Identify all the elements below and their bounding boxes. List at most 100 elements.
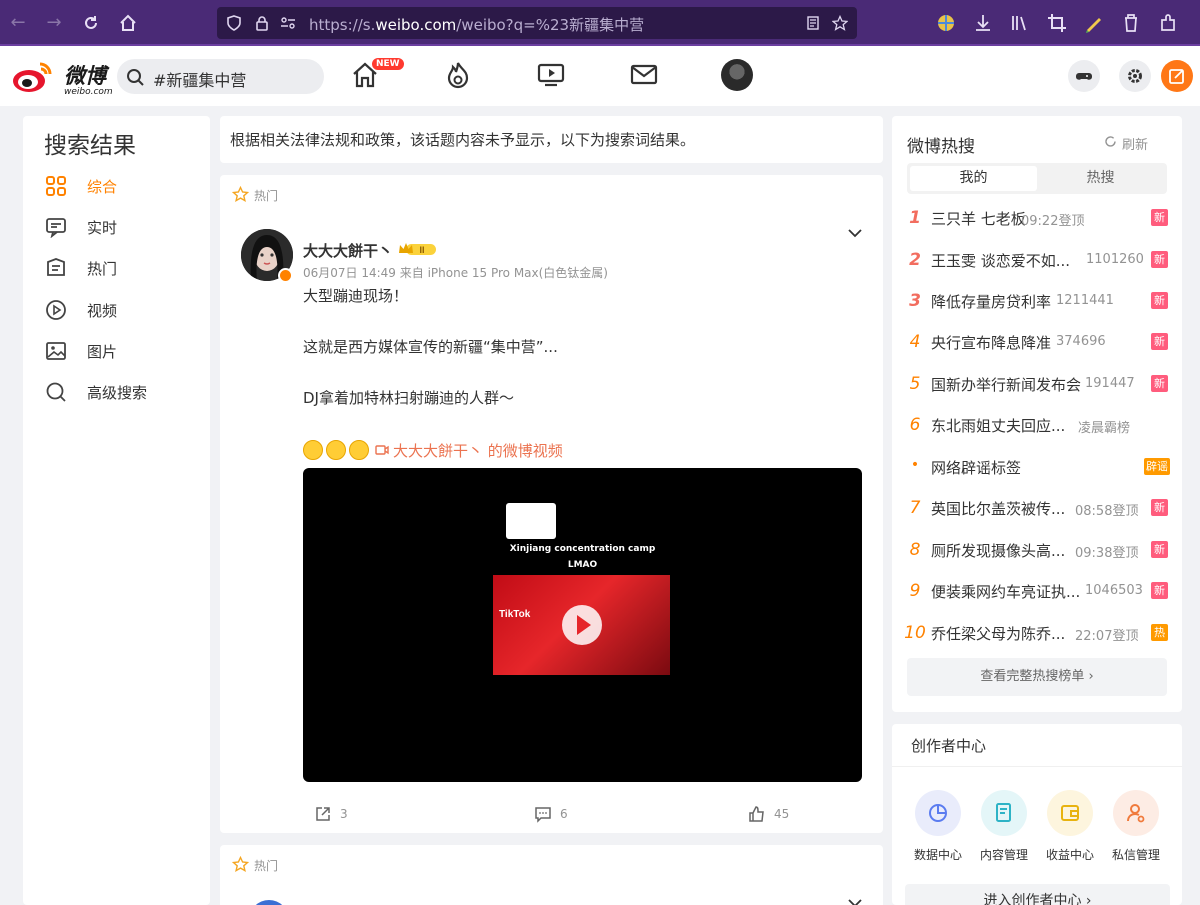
search-input[interactable]: #新疆集中营 xyxy=(117,59,324,94)
post-card: 热门 大大大餅干丶 II 06月07日 14:49 来自 iPhone 15 P… xyxy=(220,175,883,833)
site-header: 微博 weibo.com #新疆集中营 xyxy=(0,46,1200,106)
hot-badge: 新 xyxy=(1151,499,1168,516)
settings-button[interactable] xyxy=(1119,60,1151,92)
author-avatar[interactable] xyxy=(249,900,289,905)
pie-chart-icon xyxy=(929,804,947,822)
video-player[interactable]: Xinjiang concentration camp LMAO TikTok xyxy=(303,468,862,782)
sidebar-item-comprehensive[interactable]: 综合 xyxy=(45,173,195,199)
image-icon xyxy=(46,342,66,360)
content-management-button[interactable]: 内容管理 xyxy=(976,790,1032,862)
revenue-center-button[interactable]: 收益中心 xyxy=(1042,790,1098,862)
data-center-button[interactable]: 数据中心 xyxy=(910,790,966,862)
forward-arrow-icon[interactable]: → xyxy=(41,10,67,36)
thumbs-up-icon xyxy=(749,806,764,822)
extension-globe-icon[interactable] xyxy=(935,12,957,34)
reload-icon[interactable] xyxy=(78,10,104,36)
hot-badge: 新 xyxy=(1151,375,1168,392)
hot-rank: 4 xyxy=(909,332,921,352)
hot-search-row[interactable]: 10 乔任梁父母为陈乔... 22:07登顶 热 xyxy=(904,622,1168,646)
url-text[interactable]: https://s.weibo.com/weibo?q=%23新疆集中营 xyxy=(309,14,644,35)
hot-search-row[interactable]: 7 英国比尔盖茨被传... 08:58登顶 新 xyxy=(907,497,1168,521)
game-button[interactable] xyxy=(1068,60,1100,92)
hot-rank: 5 xyxy=(909,374,921,394)
post-text-line: 大型蹦迪现场！ xyxy=(303,287,409,305)
hot-search-row[interactable]: 2 王玉雯 谈恋爱不如... 1101260 新 xyxy=(907,249,1168,273)
sidebar-item-label: 实时 xyxy=(87,219,118,237)
library-icon[interactable] xyxy=(1009,12,1031,34)
svg-text:II: II xyxy=(419,245,424,255)
extensions-icon[interactable] xyxy=(1157,12,1179,34)
hot-num: 374696 xyxy=(1056,334,1106,349)
hot-text: 东北雨姐丈夫回应... xyxy=(931,417,1066,435)
hot-search-row[interactable]: • 网络辟谣标签 辟谣 xyxy=(907,456,1170,480)
tab-mine[interactable]: 我的 xyxy=(910,166,1037,191)
home-icon[interactable] xyxy=(115,10,141,36)
creator-item-label: 私信管理 xyxy=(1111,848,1160,862)
chevron-down-icon[interactable] xyxy=(847,895,863,905)
hot-badge: 新 xyxy=(1151,541,1168,558)
hot-text: 便装乘网约车亮证执... xyxy=(931,583,1081,601)
user-avatar[interactable] xyxy=(721,59,753,91)
vip-crown-badge-icon[interactable]: II xyxy=(398,241,438,257)
logo-sub: weibo.com xyxy=(64,87,113,97)
sidebar-item-label: 视频 xyxy=(87,302,118,320)
crop-icon[interactable] xyxy=(1046,12,1068,34)
sidebar-item-advanced-search[interactable]: 高级搜索 xyxy=(45,379,195,405)
tiktok-watermark: TikTok xyxy=(499,609,531,620)
post-text-line: 这就是西方媒体宣传的新疆“集中营”... xyxy=(303,338,558,356)
download-icon[interactable] xyxy=(972,12,994,34)
hot-badge: 新 xyxy=(1151,582,1168,599)
hot-text: 国新办举行新闻发布会 xyxy=(931,376,1082,394)
sidebar-item-image[interactable]: 图片 xyxy=(45,338,195,364)
trash-icon[interactable] xyxy=(1120,12,1142,34)
hot-search-row[interactable]: 5 国新办举行新闻发布会 191447 新 xyxy=(907,373,1168,397)
message-nav-icon[interactable] xyxy=(629,60,659,90)
sidebar-item-label: 热门 xyxy=(87,260,118,278)
tab-hot-search[interactable]: 热搜 xyxy=(1037,166,1164,191)
pen-extension-icon[interactable] xyxy=(1083,12,1105,34)
video-nav-icon[interactable] xyxy=(536,60,566,90)
hot-num: 08:58登顶 xyxy=(1075,504,1139,519)
address-bar[interactable]: https://s.weibo.com/weibo?q=%23新疆集中营 xyxy=(217,7,857,39)
reader-view-icon[interactable] xyxy=(805,15,821,31)
bookmark-star-icon[interactable] xyxy=(832,15,848,31)
permissions-icon[interactable] xyxy=(280,15,296,31)
creator-title: 创作者中心 xyxy=(911,737,987,755)
hot-text: 降低存量房贷利率 xyxy=(931,293,1052,311)
chevron-down-icon[interactable] xyxy=(847,225,863,241)
lock-icon[interactable] xyxy=(254,15,270,31)
hot-text: 三只羊 七老板 xyxy=(931,210,1026,228)
shield-icon[interactable] xyxy=(226,15,242,31)
video-link[interactable]: 大大大餅干丶 的微博视频 xyxy=(393,440,563,461)
hot-search-row[interactable]: 8 厕所发现摄像头高... 09:38登顶 新 xyxy=(907,539,1168,563)
hot-badge: 热 xyxy=(1151,624,1168,641)
back-arrow-icon[interactable]: ← xyxy=(5,10,31,36)
compose-button[interactable] xyxy=(1161,60,1193,92)
weibo-logo[interactable]: 微博 weibo.com xyxy=(12,54,113,98)
refresh-button[interactable]: 刷新 xyxy=(1105,134,1148,153)
author-name[interactable]: 大大大餅干丶 xyxy=(303,240,393,261)
comment-icon xyxy=(535,807,551,823)
video-icon xyxy=(46,300,66,320)
hot-num: 22:07登顶 xyxy=(1075,629,1139,644)
message-management-button[interactable]: 私信管理 xyxy=(1108,790,1164,862)
hot-search-row[interactable]: 3 降低存量房贷利率 1211441 新 xyxy=(907,290,1168,314)
hot-text: 王玉雯 谈恋爱不如... xyxy=(931,252,1071,270)
video-comment-card xyxy=(506,503,556,539)
hot-search-row[interactable]: 6 东北雨姐丈夫回应... 凌晨霸榜 xyxy=(907,414,1167,438)
content-notice: 根据相关法律法规和政策，该话题内容未予显示，以下为搜索词结果。 xyxy=(220,116,883,163)
hot-text: 央行宣布降息降准 xyxy=(931,334,1052,352)
star-icon xyxy=(232,186,249,202)
hot-search-row[interactable]: 9 便装乘网约车亮证执... 1046503 新 xyxy=(907,580,1168,604)
sidebar-item-video[interactable]: 视频 xyxy=(45,297,195,323)
sidebar-item-hot[interactable]: 热门 xyxy=(45,255,195,281)
hot-nav-icon[interactable] xyxy=(443,60,473,90)
hot-search-row[interactable]: 4 央行宣布降息降准 374696 新 xyxy=(907,331,1168,355)
full-list-button[interactable]: 查看完整热搜榜单 › xyxy=(907,658,1167,696)
sidebar-item-realtime[interactable]: 实时 xyxy=(45,214,195,240)
post-text-line: DJ拿着加特林扫射蹦迪的人群～ xyxy=(303,389,514,407)
wallet-icon xyxy=(1061,805,1079,821)
enter-creator-center-button[interactable]: 进入创作者中心 › xyxy=(905,884,1170,905)
hot-search-row[interactable]: 1 三只羊 七老板 09:22登顶 新 xyxy=(907,207,1168,231)
play-button[interactable] xyxy=(562,605,602,645)
